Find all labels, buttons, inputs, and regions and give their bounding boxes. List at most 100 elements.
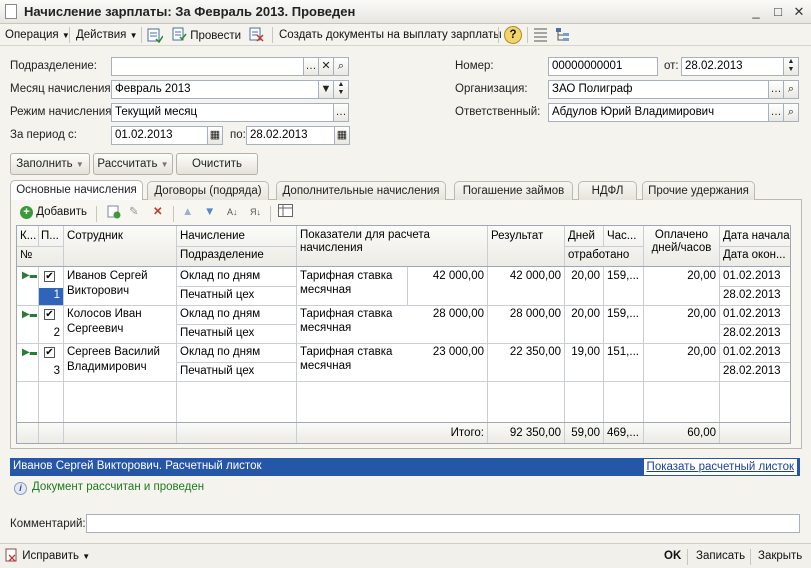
maximize-button[interactable]: □ [768,2,788,22]
accrual-cell[interactable]: Оклад по дням [177,345,296,360]
indicator-cell[interactable]: Тарифная ставка месячная [297,307,407,335]
start-date-cell[interactable]: 01.02.2013 [720,345,790,360]
operation-menu[interactable]: Операция ▼ [5,27,70,44]
department-select-button[interactable]: … [303,57,319,76]
spin-icon[interactable]: ▲ ▼ [333,80,349,99]
result-cell[interactable]: 22 350,00 [488,345,564,360]
days-cell[interactable]: 19,00 [565,345,603,360]
columns-settings-icon[interactable] [278,204,294,221]
copy-row-icon[interactable] [106,204,122,221]
tab-additional-accruals[interactable]: Дополнительные начисления [276,181,446,200]
header-department[interactable]: Подразделение [177,248,296,263]
header-worked[interactable]: отработано [565,248,643,263]
end-date-cell[interactable]: 28.02.2013 [720,364,790,379]
indicator-cell[interactable]: Тарифная ставка месячная [297,269,407,297]
indicator-value-cell[interactable]: 28 000,00 [408,307,487,322]
clear-icon[interactable]: ✕ [318,57,334,76]
date-field[interactable]: 28.02.2013 [681,57,799,76]
department-field[interactable] [111,57,317,76]
paid-cell[interactable]: 20,00 [644,345,719,360]
result-cell[interactable]: 28 000,00 [488,307,564,322]
header-accrual[interactable]: Начисление [177,229,296,244]
tab-contracts[interactable]: Договоры (подряда) [147,181,269,200]
add-row-button[interactable]: + Добавить [20,204,87,221]
save-button[interactable]: Записать [696,548,745,565]
table-row[interactable]: ▶▬ ✔ 2 Колосов Иван Сергеевич Оклад по д… [17,306,790,343]
dropdown-icon[interactable]: ▼ [318,80,334,99]
help-icon[interactable]: ? [504,26,522,44]
ok-button[interactable]: OK [664,548,681,565]
hours-cell[interactable]: 151,... [604,345,643,360]
actions-menu[interactable]: Действия ▼ [76,27,138,44]
mode-field[interactable]: Текущий месяц [111,103,347,122]
row-checkbox[interactable]: ✔ [44,271,55,282]
hours-cell[interactable]: 159,... [604,269,643,284]
paid-cell[interactable]: 20,00 [644,269,719,284]
calculate-button[interactable]: Рассчитать ▼ [93,153,173,175]
department-cell[interactable]: Печатный цех [177,326,296,341]
comment-field[interactable] [86,514,800,533]
start-date-cell[interactable]: 01.02.2013 [720,307,790,322]
number-field[interactable]: 00000000001 [548,57,658,76]
minimize-button[interactable]: _ [746,2,766,22]
tab-main-accruals[interactable]: Основные начисления [10,180,143,200]
responsible-field[interactable]: Абдулов Юрий Владимирович [548,103,799,122]
header-num[interactable]: № [17,248,63,263]
tab-loan-repayment[interactable]: Погашение займов [454,181,573,200]
table-row[interactable]: ▶▬ ✔ 1 Иванов Сергей Викторович Оклад по… [17,267,790,305]
indicator-value-cell[interactable]: 42 000,00 [408,269,487,284]
paid-cell[interactable]: 20,00 [644,307,719,322]
header-end-date[interactable]: Дата окон... [720,248,790,263]
spin-icon[interactable]: ▲ ▼ [783,57,799,76]
days-cell[interactable]: 20,00 [565,307,603,322]
end-date-cell[interactable]: 28.02.2013 [720,288,790,303]
organization-field[interactable]: ЗАО Полиграф [548,80,799,99]
sort-desc-icon[interactable]: Я↓ [250,204,266,221]
search-icon[interactable]: ⌕ [783,80,799,99]
organization-select-button[interactable]: … [768,80,784,99]
move-down-icon[interactable]: ▼ [204,204,220,221]
department-cell[interactable]: Печатный цех [177,364,296,379]
header-paid[interactable]: Оплачено дней/часов [644,229,719,255]
indicator-value-cell[interactable]: 23 000,00 [408,345,487,360]
edit-row-icon[interactable]: ✎ [129,204,145,221]
calendar-icon[interactable]: ▦ [334,126,350,145]
department-cell[interactable]: Печатный цех [177,288,296,303]
clear-button[interactable]: Очистить [176,153,258,175]
calendar-icon[interactable]: ▦ [207,126,223,145]
header-p[interactable]: П... [38,229,63,244]
result-cell[interactable]: 42 000,00 [488,269,564,284]
fill-button[interactable]: Заполнить ▼ [10,153,90,175]
accrual-cell[interactable]: Оклад по дням [177,269,296,284]
header-k[interactable]: К... [17,229,38,244]
close-form-button[interactable]: Закрыть [758,548,802,565]
period-from-field[interactable]: 01.02.2013 [111,126,221,145]
mode-select-button[interactable]: … [333,103,349,122]
start-date-cell[interactable]: 01.02.2013 [720,269,790,284]
indicator-cell[interactable]: Тарифная ставка месячная [297,345,407,373]
days-cell[interactable]: 20,00 [565,269,603,284]
fix-button[interactable]: Исправить ▼ [5,548,90,565]
move-up-icon[interactable]: ▲ [182,204,198,221]
post-button[interactable]: Провести [172,27,241,44]
tab-other-deductions[interactable]: Прочие удержания [642,181,755,200]
search-icon[interactable]: ⌕ [333,57,349,76]
header-employee[interactable]: Сотрудник [64,229,176,244]
search-icon[interactable]: ⌕ [783,103,799,122]
header-days[interactable]: Дней [565,229,603,244]
post-and-close-button[interactable] [147,27,165,44]
table-row[interactable]: ▶▬ ✔ 3 Сергеев Василий Владимирович Окла… [17,344,790,381]
responsible-select-button[interactable]: … [768,103,784,122]
header-result[interactable]: Результат [488,229,564,244]
header-hours[interactable]: Час... [604,229,642,244]
employee-cell[interactable]: Сергеев Василий Владимирович [64,345,176,375]
hours-cell[interactable]: 159,... [604,307,643,322]
tab-ndfl[interactable]: НДФЛ [578,181,637,200]
employee-cell[interactable]: Колосов Иван Сергеевич [64,307,176,337]
accrual-cell[interactable]: Оклад по дням [177,307,296,322]
header-start-date[interactable]: Дата начала [720,229,790,244]
month-field[interactable]: Февраль 2013 [111,80,335,99]
employee-cell[interactable]: Иванов Сергей Викторович [64,269,176,299]
row-checkbox[interactable]: ✔ [44,347,55,358]
unpost-button[interactable] [249,27,267,44]
